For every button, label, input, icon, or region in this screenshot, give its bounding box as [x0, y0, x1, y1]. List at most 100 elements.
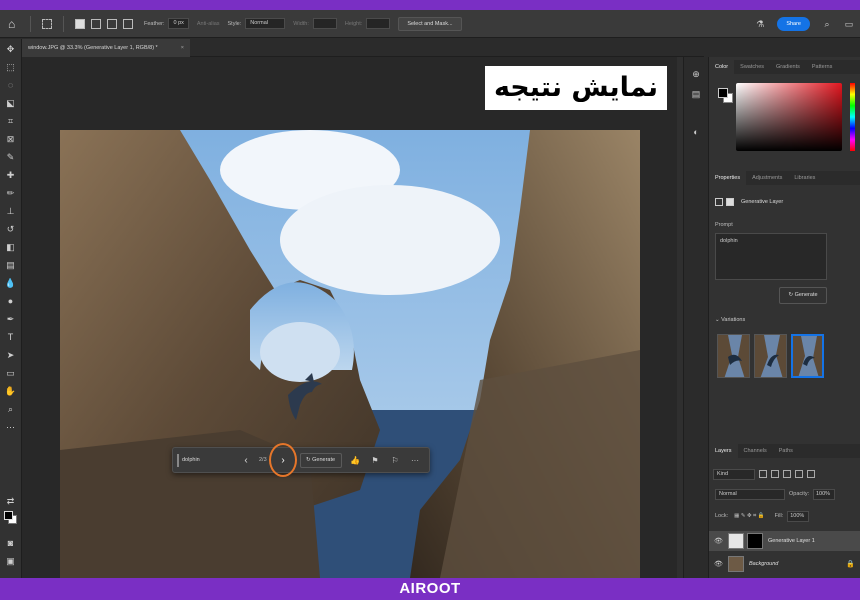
swap-colors-icon[interactable]: ⇄: [4, 495, 17, 508]
rectangle-tool-icon[interactable]: ▭: [4, 367, 17, 380]
style-select[interactable]: Normal: [245, 18, 286, 29]
layers-panel-tabs: Layers Channels Paths: [709, 444, 860, 458]
generate-button[interactable]: ↻ Generate: [779, 287, 827, 304]
width-input[interactable]: [312, 18, 337, 29]
screen-mode-icon[interactable]: ▣: [4, 555, 17, 568]
filter-adjustment-icon[interactable]: [771, 470, 779, 478]
dodge-tool-icon[interactable]: ●: [4, 295, 17, 308]
pen-tool-icon[interactable]: ✒: [4, 313, 17, 326]
type-tool-icon[interactable]: T: [4, 331, 17, 344]
tab-adjustments[interactable]: Adjustments: [746, 171, 788, 185]
adjustments-icon[interactable]: ◐: [691, 127, 701, 137]
foreground-color-swatch[interactable]: [4, 511, 13, 520]
learn-icon[interactable]: ⊕: [691, 69, 701, 79]
close-tab-icon[interactable]: ×: [181, 39, 184, 57]
tab-libraries[interactable]: Libraries: [788, 171, 821, 185]
gradient-tool-icon[interactable]: ▤: [4, 259, 17, 272]
variation-thumbnail-2[interactable]: [754, 334, 787, 378]
more-tools-icon[interactable]: ⋯: [4, 421, 17, 434]
tab-swatches[interactable]: Swatches: [734, 60, 770, 74]
divider: [30, 15, 31, 32]
history-brush-icon[interactable]: ↺: [4, 223, 17, 236]
intersect-selection-icon[interactable]: [123, 18, 133, 29]
filter-pixel-icon[interactable]: [759, 470, 767, 478]
brush-tool-icon[interactable]: ✏: [4, 187, 17, 200]
right-panels: Color Swatches Gradients Patterns Proper…: [708, 57, 860, 578]
height-input[interactable]: [366, 18, 391, 29]
select-and-mask-button[interactable]: Select and Mask...: [398, 16, 462, 31]
filter-type-icon[interactable]: [783, 470, 791, 478]
result-overlay-title: نمایش نتیجه: [485, 66, 667, 110]
thumbs-up-icon[interactable]: 👍: [349, 454, 361, 467]
tab-channels[interactable]: Channels: [738, 444, 773, 458]
antialias-label: Anti-alias: [196, 20, 220, 27]
zoom-tool-icon[interactable]: ⌕: [4, 403, 17, 416]
drag-handle[interactable]: [177, 454, 179, 467]
layer-row[interactable]: 👁 Generative Layer 1: [709, 531, 860, 551]
clone-stamp-icon[interactable]: ⊥: [4, 205, 17, 218]
filter-shape-icon[interactable]: [795, 470, 803, 478]
healing-brush-icon[interactable]: ✚: [4, 169, 17, 182]
crop-tool-icon[interactable]: ⌗: [4, 115, 17, 128]
document-tab[interactable]: window.JPG @ 33.3% (Generative Layer 1, …: [22, 39, 190, 57]
lock-icons[interactable]: ▦ ✎ ✥ ⌗ 🔒: [734, 513, 764, 520]
eraser-tool-icon[interactable]: ◧: [4, 241, 17, 254]
comments-icon[interactable]: ▤: [691, 89, 701, 99]
marquee-tool-preset-icon[interactable]: [42, 18, 52, 29]
home-icon[interactable]: ⌂: [8, 17, 22, 31]
eyedropper-tool-icon[interactable]: ✎: [4, 151, 17, 164]
blur-tool-icon[interactable]: 💧: [4, 277, 17, 290]
more-options-icon[interactable]: ···: [409, 454, 421, 467]
lock-icon: 🔒: [846, 561, 855, 568]
variation-thumbnail-1[interactable]: [717, 334, 750, 378]
flag-icon[interactable]: ⚐: [389, 454, 401, 467]
layer-thumbnail: [728, 533, 744, 549]
flask-icon[interactable]: ⚗: [755, 19, 765, 29]
workspace-icon[interactable]: ▭: [844, 19, 854, 29]
variations-label: Variations: [721, 317, 746, 323]
marquee-tool-icon[interactable]: ⬚: [4, 61, 17, 74]
fill-input[interactable]: 100%: [787, 510, 810, 522]
tab-color[interactable]: Color: [709, 60, 735, 74]
tab-patterns[interactable]: Patterns: [806, 60, 838, 74]
task-bar-generate-button[interactable]: ↻ Generate: [300, 453, 342, 468]
lasso-tool-icon[interactable]: ◌: [4, 79, 17, 92]
new-selection-icon[interactable]: [75, 18, 85, 29]
filter-smart-icon[interactable]: [807, 470, 815, 478]
next-variation-button[interactable]: ›: [278, 453, 288, 468]
tab-gradients[interactable]: Gradients: [770, 60, 806, 74]
tab-properties[interactable]: Properties: [709, 171, 747, 185]
prompt-input[interactable]: dolphin: [715, 233, 827, 280]
tab-layers[interactable]: Layers: [709, 444, 738, 458]
hue-slider[interactable]: [850, 83, 855, 151]
canvas-image[interactable]: [60, 130, 640, 578]
feather-input[interactable]: 0 px: [168, 18, 189, 29]
path-select-icon[interactable]: ➤: [4, 349, 17, 362]
quick-mask-icon[interactable]: ◙: [4, 537, 17, 550]
share-button[interactable]: Share: [777, 17, 810, 31]
opacity-input[interactable]: 100%: [813, 489, 835, 500]
search-icon[interactable]: ⌕: [822, 19, 832, 29]
layer-row[interactable]: 👁 Background 🔒: [709, 554, 860, 574]
frame-tool-icon[interactable]: ⊠: [4, 133, 17, 146]
color-picker-field[interactable]: [736, 83, 842, 151]
kind-filter[interactable]: Kind: [713, 468, 755, 480]
variation-thumbnail-3[interactable]: [791, 334, 824, 378]
tab-paths[interactable]: Paths: [773, 444, 799, 458]
move-tool-icon[interactable]: ✥: [4, 43, 17, 56]
prompt-field[interactable]: dolphin: [182, 454, 242, 467]
previous-variation-button[interactable]: ‹: [241, 453, 251, 468]
task-bar-generate-label: Generate: [312, 457, 336, 463]
object-select-tool-icon[interactable]: ⬕: [4, 97, 17, 110]
blend-mode-select[interactable]: Normal: [715, 489, 785, 500]
variations-header[interactable]: ⌄ Variations: [715, 317, 745, 323]
color-panel-foreground[interactable]: [718, 88, 728, 98]
hand-tool-icon[interactable]: ✋: [4, 385, 17, 398]
eye-icon[interactable]: 👁: [714, 537, 723, 545]
options-bar-right: ⚗ Share ⌕ ▭: [749, 10, 860, 38]
subtract-selection-icon[interactable]: [107, 18, 117, 29]
thumbs-down-icon[interactable]: ⚑: [369, 454, 381, 467]
add-selection-icon[interactable]: [91, 18, 101, 29]
purple-frame: ⌂ Feather: 0 px Anti-alias Style: Normal…: [0, 0, 860, 600]
eye-icon[interactable]: 👁: [714, 560, 723, 568]
